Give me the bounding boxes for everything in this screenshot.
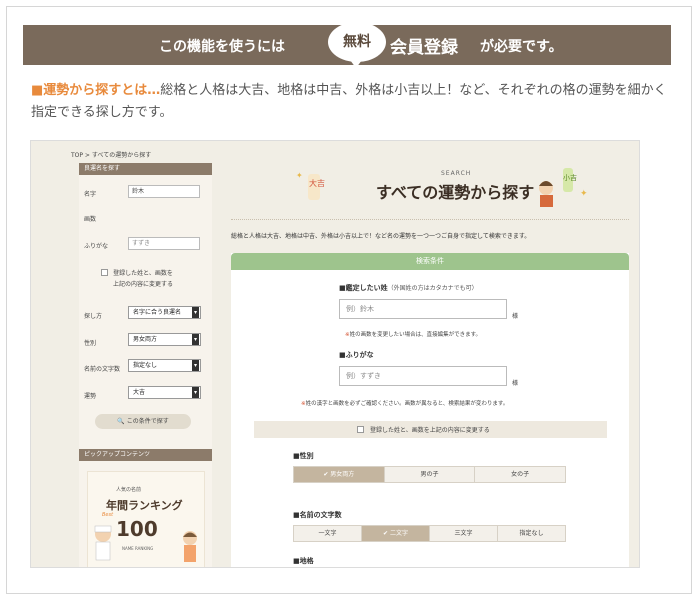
feature-intro: ■運勢から探すとは…総格と人格は大吉、地格は中吉、外格は小吉以上！など、それぞれ…: [31, 80, 676, 124]
search-button[interactable]: 🔍 この条件で探す: [95, 414, 191, 429]
chars-option-three[interactable]: 三文字: [429, 525, 498, 542]
sidebar-name-input[interactable]: 鈴木: [128, 185, 200, 198]
chars-option-any[interactable]: 指定なし: [497, 525, 566, 542]
ranking-banner[interactable]: 人気の名前 年間ランキング Best 100 NAME RANKING: [87, 471, 205, 567]
surname-label: ■鑑定したい姓（外国姓の方はカタカナでも可）: [339, 283, 478, 293]
ranking-title: 年間ランキング: [106, 499, 183, 512]
title-divider: [231, 219, 629, 220]
panel-header: 検索条件: [231, 253, 629, 270]
surname-label-sub: （外国姓の方はカタカナでも可）: [387, 285, 478, 292]
svg-text:✦: ✦: [580, 189, 588, 199]
surname-input[interactable]: 例）鈴木: [339, 299, 507, 319]
fortune-label: 運勢: [84, 393, 97, 400]
furigana-input[interactable]: 例）すずき: [339, 366, 507, 386]
gender-option-both[interactable]: ✔ 男女両方: [293, 466, 385, 483]
gender-segment: ✔ 男女両方 男の子 女の子: [293, 466, 567, 483]
feature-preview-screenshot: TOP > すべての運勢から探す 良運名を探す 名字 鈴木 画数 ふりがな すず…: [30, 140, 640, 568]
ranking-best: Best: [102, 512, 114, 518]
furigana-label: ふりがな: [84, 243, 109, 250]
gender-label: ■性別: [293, 452, 314, 460]
shokichi-decoration-icon: 小吉 ✦: [539, 168, 588, 207]
how-select[interactable]: 名字に合う良運名: [128, 306, 201, 319]
name-label: 名字: [84, 191, 97, 198]
deco-right-text: 小吉: [563, 173, 577, 182]
banner-member-registration: 会員登録: [390, 38, 458, 58]
furigana-note-text: 姓の漢字と画数を必ずご確認ください。画数が異なると、検索結果が変わります。: [305, 401, 509, 407]
deco-left-text: 大吉: [309, 178, 325, 188]
search-icon: 🔍: [117, 418, 125, 425]
checkbox-label-line2: 上記の内容に変更する: [113, 281, 174, 288]
sidebar-header: 良運名を探す: [79, 163, 212, 175]
sidebar-update-checkbox[interactable]: [101, 269, 108, 276]
furigana-suffix: 様: [512, 380, 519, 387]
gender-label: 性別: [84, 340, 97, 347]
daikichi-decoration-icon: ✦ 大吉: [296, 171, 325, 200]
furigana-label: ■ふりがな: [339, 351, 374, 359]
chars-label: ■名前の文字数: [293, 511, 342, 519]
gender-option-boy[interactable]: 男の子: [383, 466, 476, 483]
chars-segment: 一文字 ✔ 二文字 三文字 指定なし: [293, 525, 566, 542]
sidebar-checkbox-label: 登録した姓と、画数を 上記の内容に変更する: [113, 268, 173, 290]
fortune-select[interactable]: 大吉: [128, 386, 201, 399]
page-description: 総格と人格は大吉、地格は中吉、外格は小吉以上で！など名の運勢を一つ一つご自身で指…: [231, 233, 531, 240]
surname-note: ※姓の画数を変更したい場合は、直接編集ができます。: [345, 332, 482, 338]
free-badge: 無料: [328, 22, 386, 68]
page-title: すべての運勢から探す: [376, 183, 535, 202]
sidebar-furigana-input[interactable]: すずき: [128, 237, 200, 250]
girl-illustration: [183, 531, 197, 562]
search-tag: SEARCH: [441, 170, 472, 177]
chars-select[interactable]: 指定なし: [128, 359, 201, 372]
chars-label: 名前の文字数: [84, 366, 121, 373]
update-checkbox[interactable]: [357, 426, 364, 433]
surname-suffix: 様: [512, 313, 519, 320]
banner-suffix: が必要です。: [480, 39, 563, 55]
ranking-caption: NAME RANKING: [122, 546, 154, 551]
svg-text:✦: ✦: [296, 171, 303, 180]
baseball-boy-illustration: [94, 525, 112, 561]
gender-select[interactable]: 男女両方: [128, 333, 201, 346]
gender-option-girl[interactable]: 女の子: [474, 466, 567, 483]
how-label: 探し方: [84, 313, 103, 320]
search-conditions-panel: 検索条件 ■鑑定したい姓（外国姓の方はカタカナでも可） 例）鈴木 様 ※姓の画数…: [231, 253, 629, 567]
chars-option-two[interactable]: ✔ 二文字: [361, 525, 430, 542]
chars-option-one[interactable]: 一文字: [293, 525, 362, 542]
strokes-label: 画数: [84, 216, 97, 223]
sidebar: 良運名を探す 名字 鈴木 画数 ふりがな すずき 登録した姓と、画数を 上記の内…: [79, 163, 212, 567]
main-content: SEARCH すべての運勢から探す ✦ 大吉 小吉 ✦ 総格と人格は大吉、地格は…: [231, 141, 639, 567]
update-checkbox-label: 登録した姓と、画数を上記の内容に変更する: [370, 427, 490, 434]
intro-highlight: ■運勢から探すとは…: [31, 83, 161, 98]
ranking-number: 100: [116, 517, 158, 541]
banner-prefix: この機能を使うには: [159, 39, 285, 55]
member-required-banner: この機能を使うには 無料 会員登録 が必要です。: [23, 22, 671, 68]
ranking-small: 人気の名前: [116, 487, 142, 493]
surname-label-text: ■鑑定したい姓: [339, 284, 388, 292]
furigana-note: ※姓の漢字と画数を必ずご確認ください。画数が異なると、検索結果が変わります。: [301, 401, 509, 407]
update-checkbox-row[interactable]: 登録した姓と、画数を上記の内容に変更する: [254, 421, 607, 438]
earth-label: ■地格: [293, 557, 314, 565]
checkbox-label-line1: 登録した姓と、画数を: [113, 270, 173, 277]
breadcrumb[interactable]: TOP > すべての運勢から探す: [71, 150, 151, 159]
surname-note-text: 姓の画数を変更したい場合は、直接編集ができます。: [349, 332, 482, 338]
pickup-header: ピックアップコンテンツ: [79, 449, 212, 461]
search-button-label: この条件で探す: [126, 418, 169, 425]
